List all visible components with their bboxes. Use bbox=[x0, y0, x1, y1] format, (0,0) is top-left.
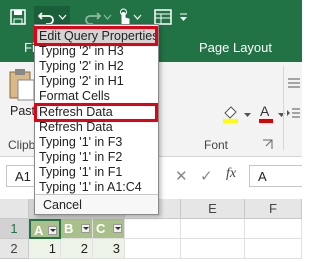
column-header-f[interactable]: F bbox=[245, 199, 302, 219]
table-header-label: A bbox=[34, 223, 44, 238]
undo-item[interactable]: Refresh Data bbox=[37, 105, 156, 120]
row-header-1[interactable]: 1 bbox=[0, 219, 29, 239]
cell[interactable] bbox=[181, 219, 245, 239]
clipboard-group-label: Clipb bbox=[8, 138, 36, 152]
confirm-entry-icon[interactable]: ✓ bbox=[200, 167, 213, 185]
undo-item[interactable]: Typing '2' in H1 bbox=[37, 74, 156, 89]
undo-dropdown-icon[interactable] bbox=[58, 14, 67, 20]
row-header-2[interactable]: 2 bbox=[0, 239, 29, 259]
cell[interactable] bbox=[125, 239, 181, 259]
cell[interactable] bbox=[245, 219, 302, 239]
undo-item[interactable]: Refresh Data bbox=[37, 120, 156, 135]
fill-color-icon[interactable] bbox=[222, 104, 240, 124]
undo-item[interactable]: Format Cells bbox=[37, 89, 156, 104]
undo-cancel-button[interactable]: Cancel bbox=[43, 198, 82, 212]
undo-history-menu: Edit Query Properties Typing '2' in H3 T… bbox=[34, 24, 159, 215]
undo-item[interactable]: Typing '1' in A1:C4 bbox=[37, 180, 156, 195]
paste-label[interactable]: Past bbox=[10, 104, 35, 118]
filter-dropdown-icon[interactable] bbox=[48, 226, 57, 235]
table-header-cell[interactable]: B bbox=[61, 219, 93, 239]
undo-item[interactable]: Typing '1' in F3 bbox=[37, 135, 156, 150]
select-all-corner[interactable] bbox=[0, 199, 29, 219]
indent-icon[interactable] bbox=[286, 106, 302, 122]
undo-item[interactable]: Typing '1' in F1 bbox=[37, 165, 156, 180]
undo-item[interactable]: Typing '2' in H3 bbox=[37, 44, 156, 59]
undo-item[interactable]: Typing '1' in F2 bbox=[37, 150, 156, 165]
filter-dropdown-icon[interactable] bbox=[81, 224, 90, 233]
insert-function-icon[interactable]: fx bbox=[226, 166, 236, 182]
fill-color-dropdown-icon[interactable] bbox=[244, 113, 251, 118]
font-group-label: Font bbox=[204, 138, 229, 152]
cell[interactable] bbox=[245, 239, 302, 259]
undo-menu-footer: Cancel bbox=[35, 194, 158, 214]
table-header-label: C bbox=[96, 221, 106, 236]
svg-text:A: A bbox=[260, 103, 270, 119]
formula-input[interactable]: A bbox=[249, 165, 302, 187]
table-header-cell[interactable]: C bbox=[93, 219, 125, 239]
font-dialog-launcher-icon[interactable] bbox=[262, 138, 274, 150]
cell[interactable]: 3 bbox=[93, 239, 125, 259]
form-icon bbox=[154, 9, 172, 25]
cancel-entry-icon[interactable]: ✕ bbox=[175, 167, 188, 185]
font-color-icon[interactable]: A bbox=[258, 102, 274, 124]
align-icon[interactable] bbox=[286, 76, 302, 92]
tab-page-layout[interactable]: Page Layout bbox=[199, 40, 272, 55]
cell[interactable] bbox=[181, 239, 245, 259]
undo-item[interactable]: Typing '2' in H2 bbox=[37, 59, 156, 74]
column-header-e[interactable]: E bbox=[181, 199, 245, 219]
save-icon[interactable] bbox=[8, 6, 28, 28]
paste-icon[interactable] bbox=[8, 68, 36, 102]
undo-item[interactable]: Edit Query Properties bbox=[37, 29, 159, 44]
cell[interactable]: 2 bbox=[61, 239, 93, 259]
table-header-cell[interactable]: A bbox=[29, 219, 61, 239]
customize-qat-button[interactable] bbox=[176, 6, 190, 28]
redo-icon bbox=[84, 12, 101, 25]
ribbon-separator bbox=[283, 66, 284, 150]
undo-icon bbox=[37, 12, 54, 25]
filter-dropdown-icon[interactable] bbox=[113, 224, 122, 233]
cell[interactable]: 1 bbox=[29, 239, 61, 259]
cell[interactable] bbox=[125, 219, 181, 239]
table-header-label: B bbox=[64, 221, 74, 236]
